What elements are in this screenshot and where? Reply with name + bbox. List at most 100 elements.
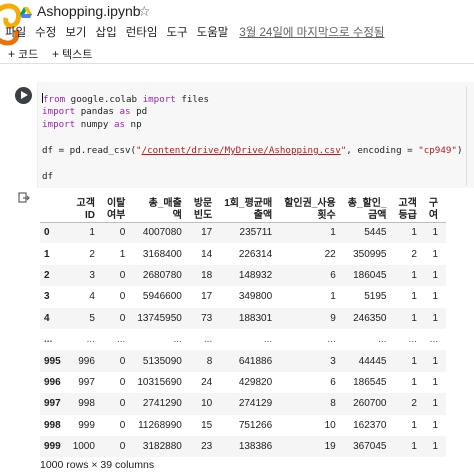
add-text-button[interactable]: + 텍스트 bbox=[52, 46, 92, 62]
table-cell: 367045 bbox=[343, 435, 395, 458]
table-cell: 349800 bbox=[238, 291, 273, 303]
menu-help[interactable]: 도움말 bbox=[197, 24, 229, 42]
table-cell: 1 bbox=[432, 291, 439, 303]
column-header: 고객 등급 bbox=[394, 190, 425, 223]
table-cell: 274129 bbox=[220, 393, 281, 415]
table-cell: 10 bbox=[189, 393, 221, 415]
table-cell: 0 bbox=[102, 393, 134, 415]
table-cell: 350995 bbox=[353, 248, 387, 260]
table-cell: 1 bbox=[394, 435, 425, 458]
column-header: 방문 빈도 bbox=[189, 190, 221, 223]
add-code-label: 코드 bbox=[18, 49, 39, 61]
add-code-button[interactable]: + 코드 bbox=[8, 46, 38, 62]
table-cell: 0 bbox=[102, 264, 134, 287]
drive-icon[interactable] bbox=[20, 7, 32, 18]
row-index: 995 bbox=[40, 350, 69, 372]
table-cell: 10 bbox=[324, 419, 336, 431]
row-index: 1 bbox=[44, 248, 50, 260]
table-cell: 24 bbox=[201, 376, 213, 388]
table-cell: 17 bbox=[189, 222, 221, 244]
table-cell: 10315690 bbox=[137, 376, 182, 388]
output-redirect-icon[interactable] bbox=[18, 192, 30, 204]
table-cell: 5 bbox=[68, 307, 103, 329]
table-cell: ... bbox=[117, 334, 126, 346]
table-cell: 1 bbox=[119, 248, 126, 260]
table-cell: 0 bbox=[102, 222, 134, 244]
table-header-row: 고객 ID 이탈 여부 총_매출 액 방문 빈도 1회_평균매 출액 할인권_사용 횟수 총… bbox=[40, 190, 447, 223]
table-cell: 1 bbox=[424, 435, 447, 458]
table-cell: 2680780 bbox=[133, 264, 190, 287]
table-row: 0 1 0 4007080 17 235711 1 5445 1 1 bbox=[40, 222, 447, 244]
menu-insert[interactable]: 삽입 bbox=[96, 24, 117, 42]
column-header: 할인권_사용 횟수 bbox=[280, 190, 344, 223]
menubar: 파일 수정 보기 삽입 런타임 도구 도움말 3월 24일에 마지막으로 수정됨 bbox=[5, 24, 385, 42]
table-cell: ... bbox=[203, 334, 213, 346]
table-cell: 0 bbox=[119, 376, 126, 388]
csv-path-link[interactable]: /content/drive/MyDrive/Ashopping.csv bbox=[142, 145, 341, 156]
table-row: 1 2 1 3168400 14 226314 22 350995 2 1 bbox=[40, 243, 446, 264]
dataframe-shape: 1000 rows × 39 columns bbox=[40, 459, 155, 471]
column-header: 총_매출 액 bbox=[133, 190, 190, 223]
table-cell: 19 bbox=[280, 435, 344, 458]
table-row: 2 3 0 2680780 18 148932 6 186045 1 1 bbox=[40, 264, 447, 287]
row-index: 999 bbox=[40, 435, 69, 458]
table-cell: ... bbox=[263, 334, 273, 346]
column-header: 이탈 여부 bbox=[102, 190, 134, 223]
menu-runtime[interactable]: 런타임 bbox=[126, 24, 158, 42]
table-cell: 18 bbox=[189, 264, 221, 287]
table-cell: 226314 bbox=[238, 248, 273, 260]
table-cell: 3182880 bbox=[133, 435, 190, 458]
table-cell: 997 bbox=[78, 376, 95, 388]
star-icon[interactable]: ☆ bbox=[138, 3, 151, 20]
table-cell: 999 bbox=[78, 419, 95, 431]
table-cell: 22 bbox=[324, 248, 336, 260]
column-header: 고객 ID bbox=[68, 190, 103, 223]
table-cell: 17 bbox=[201, 291, 213, 303]
table-cell: 1 bbox=[411, 291, 417, 303]
table-cell: 235711 bbox=[220, 222, 281, 244]
table-row: 997 998 0 2741290 10 274129 8 260700 2 1 bbox=[40, 393, 447, 415]
table-cell: 0 bbox=[119, 291, 126, 303]
row-index: 3 bbox=[44, 291, 50, 303]
table-cell: 1 bbox=[424, 393, 447, 415]
table-cell: 641886 bbox=[220, 350, 281, 372]
table-cell: 4 bbox=[89, 291, 95, 303]
menu-file[interactable]: 파일 bbox=[5, 24, 26, 42]
table-cell: 996 bbox=[68, 350, 103, 372]
notebook-title[interactable]: Ashopping.ipynb bbox=[37, 3, 141, 19]
table-cell: 186545 bbox=[353, 376, 387, 388]
table-cell: 11268990 bbox=[138, 419, 182, 431]
last-edit-link[interactable]: 3월 24일에 마지막으로 수정됨 bbox=[239, 24, 384, 42]
table-row: 4 5 0 13745950 73 188301 9 246350 1 1 bbox=[40, 307, 447, 329]
menu-edit[interactable]: 수정 bbox=[35, 24, 56, 42]
table-cell: 1 bbox=[424, 222, 447, 244]
table-cell: 162370 bbox=[353, 419, 387, 431]
table-cell: 15 bbox=[201, 419, 213, 431]
table-row: 995 996 0 5135090 8 641886 3 44445 1 1 bbox=[40, 350, 447, 372]
toolbar: + 코드 + 텍스트 bbox=[0, 44, 474, 64]
play-icon[interactable] bbox=[15, 87, 32, 104]
row-index: 2 bbox=[40, 264, 69, 287]
table-cell: 8 bbox=[189, 350, 221, 372]
column-header bbox=[40, 190, 69, 223]
dataframe-table: 고객 ID 이탈 여부 총_매출 액 방문 빈도 1회_평균매 출액 할인권_사용 횟수 총… bbox=[40, 190, 447, 458]
table-cell: 5946600 bbox=[142, 291, 182, 303]
table-cell: 998 bbox=[68, 393, 103, 415]
table-cell: ... bbox=[173, 334, 182, 346]
plus-icon: + bbox=[52, 47, 60, 61]
code-line-3: import numpy as np bbox=[42, 119, 142, 130]
header: Ashopping.ipynb ☆ 파일 수정 보기 삽입 런타임 도구 도움말… bbox=[0, 0, 474, 66]
table-cell: 1 bbox=[411, 419, 417, 431]
table-cell: 148932 bbox=[220, 264, 281, 287]
table-cell: 260700 bbox=[343, 393, 395, 415]
table-cell: 4007080 bbox=[133, 222, 190, 244]
table-cell: 2741290 bbox=[133, 393, 190, 415]
dataframe-output: 고객 ID 이탈 여부 총_매출 액 방문 빈도 1회_평균매 출액 할인권_사용 횟수 총… bbox=[40, 190, 474, 458]
row-index: ... bbox=[44, 334, 53, 346]
menu-tools[interactable]: 도구 bbox=[166, 24, 187, 42]
row-index: 997 bbox=[40, 393, 69, 415]
table-cell: ... bbox=[378, 334, 387, 346]
code-editor[interactable]: from google.colab import files import pa… bbox=[37, 82, 474, 188]
menu-view[interactable]: 보기 bbox=[65, 24, 86, 42]
code-line-2: import pandas as pd bbox=[42, 106, 148, 117]
